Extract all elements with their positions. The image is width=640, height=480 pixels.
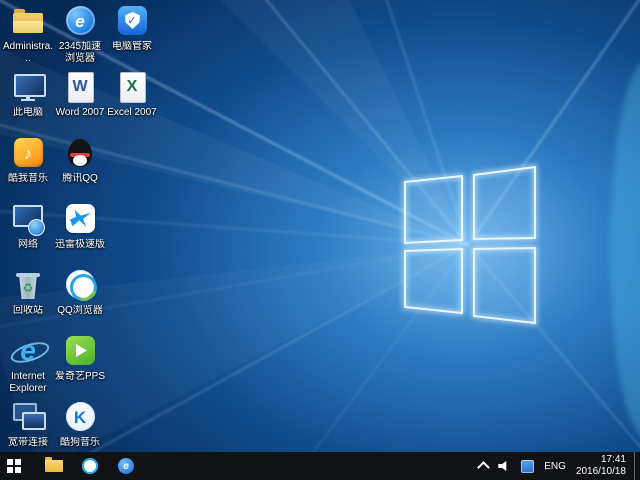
desktop-icon-label: Excel 2007 [106, 107, 158, 119]
tencent-qq-icon [60, 136, 100, 170]
desktop-icon-word-2007[interactable]: W Word 2007 [54, 70, 106, 136]
desktop-icon-qq-browser[interactable]: QQ浏览器 [54, 268, 106, 334]
desktop-icon-label: 宽带连接 [2, 437, 54, 449]
desktop-icon-label: 2345加速浏览器 [54, 41, 106, 65]
clock-date: 2016/10/18 [576, 466, 626, 478]
taskbar-2345-browser[interactable]: e [108, 452, 144, 480]
2345-browser-icon: e [118, 458, 134, 474]
word-2007-icon: W [60, 70, 100, 104]
windows-desktop-screen: Administra... 此电脑 ♪ 酷我音乐网络 ♻ 回收站 e Internet Exp… [0, 0, 640, 480]
tray-app[interactable] [516, 452, 539, 480]
desktop-icon-kugou-music[interactable]: K 酷狗音乐 [54, 400, 106, 452]
kugou-music-icon: K [60, 400, 100, 434]
excel-2007-icon: X [112, 70, 152, 104]
desktop-icon-label: 回收站 [2, 305, 54, 317]
taskbar: e ENG 17:41 2016/10/18 [0, 452, 640, 480]
taskbar-qq-browser[interactable] [72, 452, 108, 480]
show-desktop-button[interactable] [634, 452, 640, 480]
desktop-icon-label: QQ浏览器 [54, 305, 106, 317]
kuwo-music-icon: ♪ [8, 136, 48, 170]
desktop-icon-label: Word 2007 [54, 107, 106, 119]
desktop-icon-label: 此电脑 [2, 107, 54, 119]
internet-explorer-icon: e [8, 334, 48, 368]
desktop-icon-recycle-bin[interactable]: ♻ 回收站 [2, 268, 54, 334]
windows-logo-icon [7, 459, 13, 465]
browser-2345-icon: e [60, 4, 100, 38]
iqiyi-pps-icon [60, 334, 100, 368]
this-pc-icon [8, 70, 48, 104]
recycle-bin-icon: ♻ [8, 268, 48, 302]
tray-clock[interactable]: 17:41 2016/10/18 [571, 452, 634, 480]
chevron-up-icon [477, 461, 490, 474]
desktop-icon-this-pc[interactable]: 此电脑 [2, 70, 54, 136]
qq-browser-icon [82, 458, 98, 474]
tray-app-icon [521, 460, 534, 473]
desktop-icon-iqiyi-pps[interactable]: 爱奇艺PPS [54, 334, 106, 400]
desktop-icon-label: Administra... [2, 41, 54, 65]
desktop-icon-xunlei-speed[interactable]: 迅雷极速版 [54, 202, 106, 268]
language-label: ENG [544, 461, 566, 472]
desktop-icon-kuwo-music[interactable]: ♪ 酷我音乐 [2, 136, 54, 202]
desktop-icon-administrator[interactable]: Administra... [2, 4, 54, 70]
system-tray: ENG 17:41 2016/10/18 [474, 452, 640, 480]
desktop-icon-label: 迅雷极速版 [54, 239, 106, 251]
speaker-icon [498, 460, 511, 472]
start-button[interactable] [0, 452, 36, 480]
tray-language-indicator[interactable]: ENG [539, 452, 571, 480]
taskbar-file-explorer[interactable] [36, 452, 72, 480]
xunlei-speed-icon [60, 202, 100, 236]
desktop-icon-internet-explorer[interactable]: e Internet Explorer [2, 334, 54, 400]
desktop-icon-browser-2345[interactable]: e 2345加速浏览器 [54, 4, 106, 70]
desktop-icon-tencent-qq[interactable]: 腾讯QQ [54, 136, 106, 202]
desktop-icon-broadband-connection[interactable]: 宽带连接 [2, 400, 54, 452]
desktop-icon-label: 网络 [2, 239, 54, 251]
desktop-icon-label: 酷狗音乐 [54, 437, 106, 449]
desktop-icon-label: 爱奇艺PPS [54, 371, 106, 383]
desktop-icon-label: 酷我音乐 [2, 173, 54, 185]
desktop-icon-excel-2007[interactable]: X Excel 2007 [106, 70, 158, 136]
desktop-icon-pc-manager[interactable]: ✓ 电脑管家 [106, 4, 158, 70]
desktop[interactable]: Administra... 此电脑 ♪ 酷我音乐网络 ♻ 回收站 e Internet Exp… [0, 0, 640, 452]
desktop-icon-label: Internet Explorer [2, 371, 54, 395]
tray-show-hidden-icons[interactable] [474, 452, 493, 480]
broadband-connection-icon [8, 400, 48, 434]
desktop-icon-grid: Administra... 此电脑 ♪ 酷我音乐网络 ♻ 回收站 e Internet Exp… [2, 4, 158, 452]
clock-time: 17:41 [601, 454, 626, 466]
qq-browser-icon [60, 268, 100, 302]
taskbar-pinned-apps: e [0, 452, 144, 480]
pc-manager-icon: ✓ [112, 4, 152, 38]
desktop-icon-network[interactable]: 网络 [2, 202, 54, 268]
desktop-icon-label: 电脑管家 [106, 41, 158, 53]
tray-volume[interactable] [493, 452, 516, 480]
administrator-icon [8, 4, 48, 38]
network-icon [8, 202, 48, 236]
file-explorer-icon [45, 460, 63, 472]
desktop-icon-label: 腾讯QQ [54, 173, 106, 185]
